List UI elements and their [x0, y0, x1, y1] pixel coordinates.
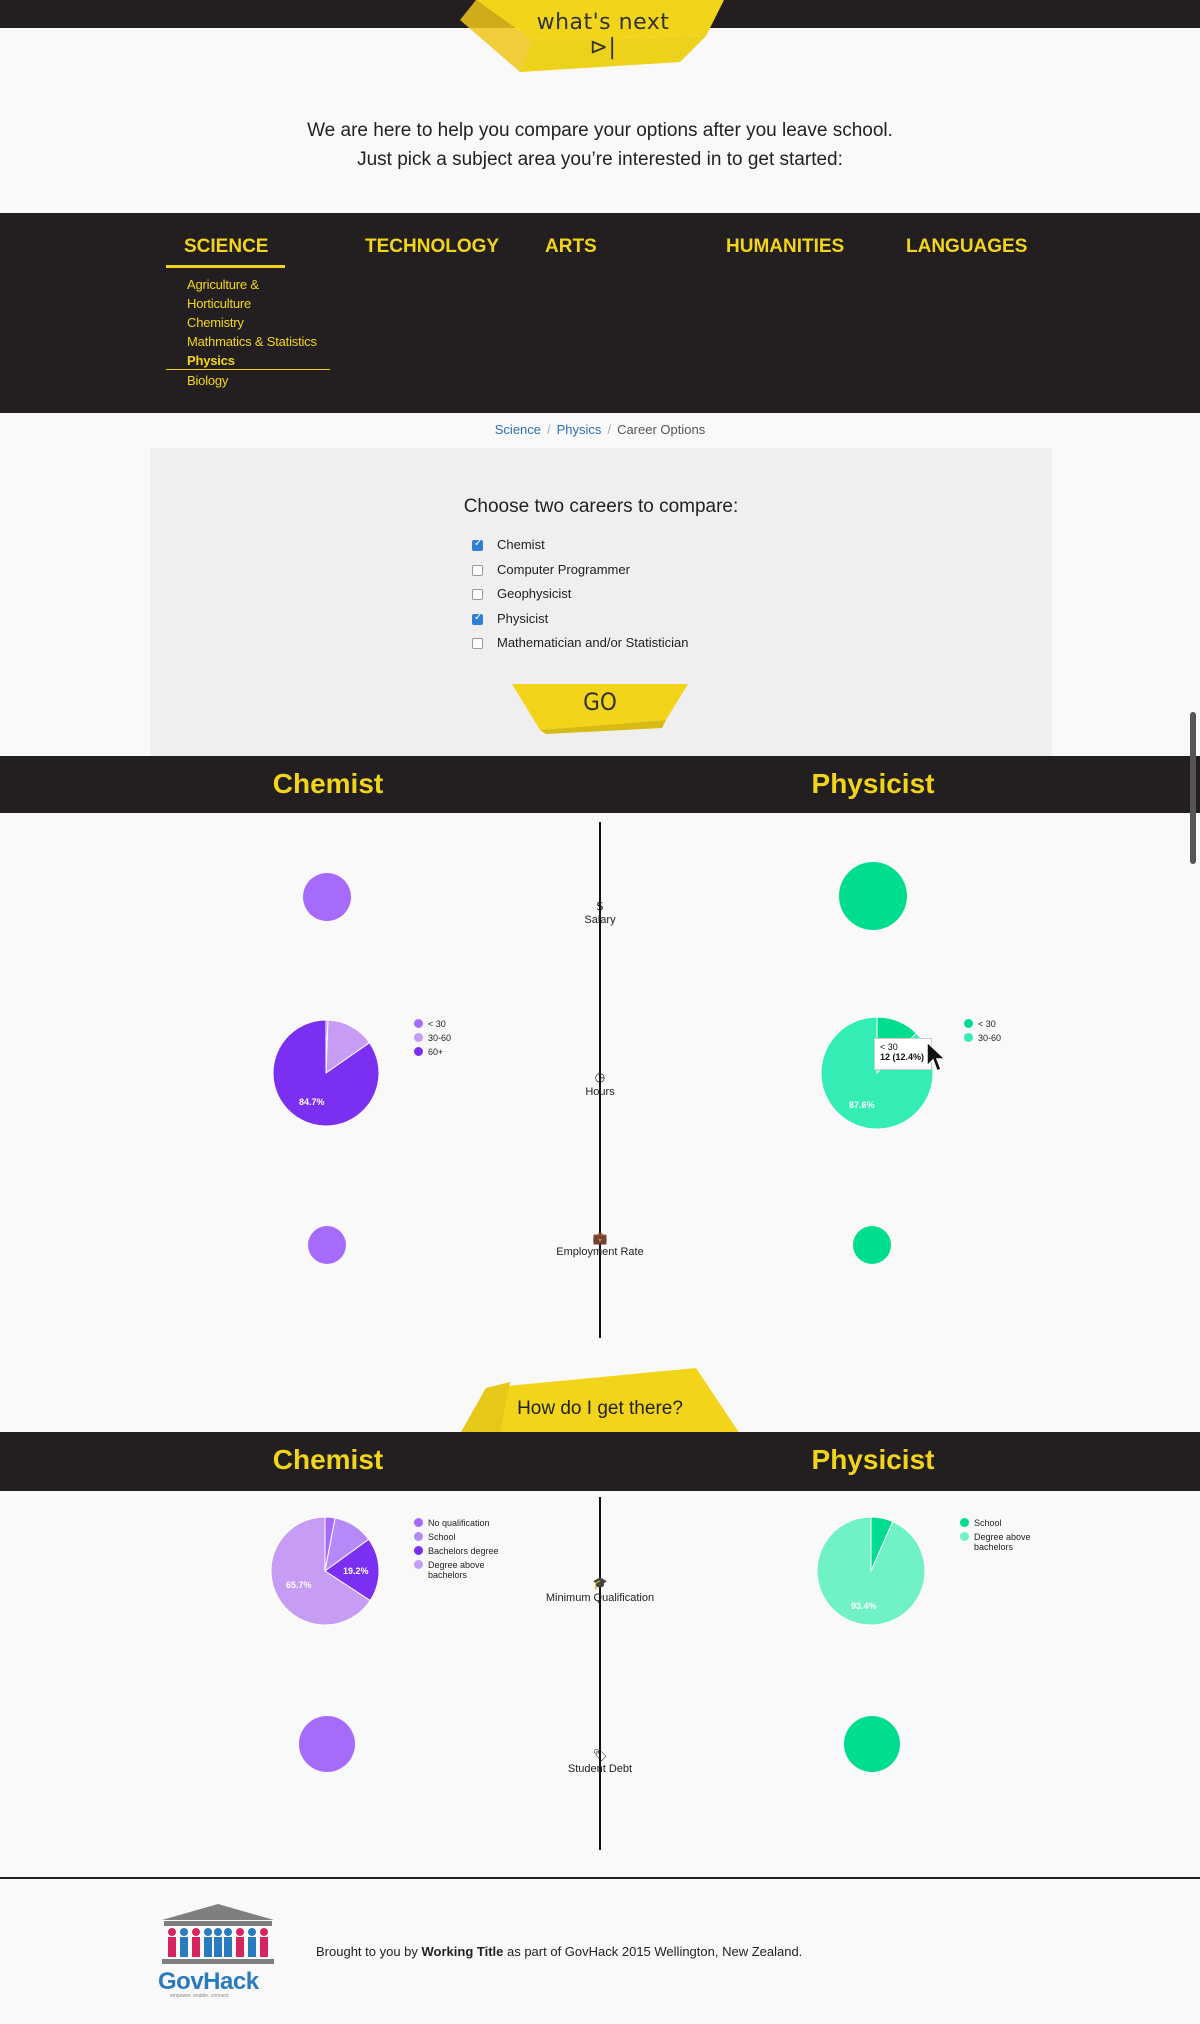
tab-science[interactable]: SCIENCE	[184, 236, 268, 258]
clock-icon: ◷	[594, 1070, 606, 1084]
pie-label: 84.7%	[299, 1097, 325, 1107]
tooltip-category: < 30	[880, 1042, 898, 1052]
graduation-cap-icon: 🎓	[592, 1576, 608, 1590]
timeline-line	[599, 1497, 601, 1850]
pie-label: 19.2%	[343, 1566, 369, 1576]
chemist-hours-legend: < 30 30-60 60+	[414, 1019, 451, 1057]
tab-languages[interactable]: LANGUAGES	[906, 236, 1027, 258]
chemist-salary-bubble[interactable]	[302, 872, 352, 922]
tag-icon: 🏷	[592, 1748, 608, 1762]
checkbox-mathematician[interactable]	[472, 638, 483, 649]
subject-item-chemistry[interactable]: Chemistry	[187, 315, 244, 330]
breadcrumb-current: Career Options	[617, 422, 706, 437]
active-tab-underline	[166, 265, 285, 268]
selected-item-underline	[166, 369, 330, 370]
chemist-employment-bubble[interactable]	[307, 1225, 347, 1265]
checkbox-computer-programmer[interactable]	[472, 565, 483, 576]
physicist-salary-bubble[interactable]	[838, 861, 908, 931]
career-left-title: Chemist	[272, 768, 384, 799]
physicist-qualification-legend: School Degree above bachelors	[960, 1518, 1050, 1552]
option-label: Computer Programmer	[497, 562, 630, 577]
student-debt-label: Student Debt	[567, 1763, 633, 1775]
minimum-qualification-label: Minimum Qualification	[545, 1592, 655, 1604]
tab-technology[interactable]: TECHNOLOGY	[365, 236, 499, 258]
breadcrumb: Science / Physics / Career Options	[0, 422, 1200, 437]
pie-label: 65.7%	[286, 1580, 312, 1590]
chemist-qualification-legend: No qualification School Bachelors degree…	[414, 1518, 504, 1580]
physicist-hours-pie[interactable]	[820, 1016, 934, 1130]
compare-title: Choose two careers to compare:	[463, 496, 739, 517]
tooltip-value: 12 (12.4%)	[880, 1052, 925, 1062]
pie-label: 93.4%	[851, 1601, 877, 1611]
subject-item-biology[interactable]: Biology	[187, 373, 228, 388]
option-label: Chemist	[497, 537, 545, 552]
option-label: Mathematician and/or Statistician	[497, 635, 689, 650]
legend-item: School	[960, 1518, 1050, 1528]
physicist-debt-bubble[interactable]	[843, 1715, 901, 1773]
page-scrollbar[interactable]	[1190, 712, 1196, 864]
legend-item: 60+	[414, 1047, 451, 1057]
legend-item: < 30	[414, 1019, 451, 1029]
how-right-title: Physicist	[811, 1444, 935, 1475]
salary-label: Salary	[584, 914, 616, 926]
employment-rate-label: Employment Rate	[556, 1246, 644, 1258]
how-left-title: Chemist	[272, 1444, 384, 1475]
checkbox-physicist[interactable]	[472, 612, 483, 625]
pie-label: 87.6%	[849, 1100, 875, 1110]
subject-item-mathematics[interactable]: Mathmatics & Statistics	[187, 334, 317, 349]
govhack-logo-icon[interactable]	[160, 1904, 276, 1966]
legend-item: 30-60	[964, 1033, 1001, 1043]
legend-item: Degree above bachelors	[960, 1532, 1046, 1552]
subject-item-horticulture[interactable]: Horticulture	[187, 296, 251, 311]
chemist-debt-bubble[interactable]	[298, 1715, 356, 1773]
tab-arts[interactable]: ARTS	[545, 236, 597, 258]
option-label: Geophysicist	[497, 586, 572, 601]
legend-item: Degree above bachelors	[414, 1560, 500, 1580]
salary-icon: $	[596, 899, 604, 913]
footer-text-suffix: as part of GovHack 2015 Wellington, New …	[503, 1944, 803, 1959]
checkbox-geophysicist[interactable]	[472, 589, 483, 600]
chemist-hours-pie[interactable]	[272, 1019, 380, 1127]
legend-item: School	[414, 1532, 504, 1542]
footer-divider	[0, 1877, 1200, 1879]
career-right-title: Physicist	[811, 768, 935, 799]
footer-text-bold[interactable]: Working Title	[422, 1944, 504, 1959]
go-button[interactable]: GO	[560, 688, 640, 716]
footer-credit: Brought to you by Working Title as part …	[316, 1944, 802, 1959]
checkbox-chemist[interactable]	[472, 538, 483, 551]
intro-line-1: We are here to help you compare your opt…	[307, 120, 893, 141]
footer-text-prefix: Brought to you by	[316, 1944, 422, 1959]
how-button[interactable]: How do I get there?	[460, 1398, 740, 1420]
breadcrumb-separator: /	[547, 422, 551, 437]
govhack-logo-text[interactable]: GovHack	[158, 1968, 259, 1996]
option-label: Physicist	[497, 611, 549, 626]
breadcrumb-science[interactable]: Science	[495, 422, 541, 437]
hours-label: Hours	[585, 1086, 615, 1098]
physicist-employment-bubble[interactable]	[852, 1225, 892, 1265]
govhack-tagline: empower. enable. connect	[170, 1993, 229, 1999]
pie-tooltip: < 30 12 (12.4%)	[874, 1038, 932, 1070]
subject-item-agriculture[interactable]: Agriculture &	[187, 277, 259, 292]
breadcrumb-separator: /	[607, 422, 612, 437]
intro-line-2: Just pick a subject area you’re interest…	[357, 149, 843, 170]
physicist-hours-legend: < 30 30-60	[964, 1019, 1001, 1043]
cursor-icon	[926, 1040, 947, 1073]
briefcase-icon: 💼	[592, 1231, 608, 1245]
legend-item: < 30	[964, 1019, 1001, 1029]
legend-item: No qualification	[414, 1518, 504, 1528]
tab-humanities[interactable]: HUMANITIES	[726, 236, 844, 258]
pie-slice-30-60[interactable]	[820, 1016, 934, 1130]
breadcrumb-physics[interactable]: Physics	[557, 422, 602, 437]
legend-item: 30-60	[414, 1033, 451, 1043]
subject-item-physics[interactable]: Physics	[187, 353, 235, 368]
legend-item: Bachelors degree	[414, 1546, 500, 1556]
logo-text[interactable]: what's next ⊳|	[528, 10, 678, 60]
